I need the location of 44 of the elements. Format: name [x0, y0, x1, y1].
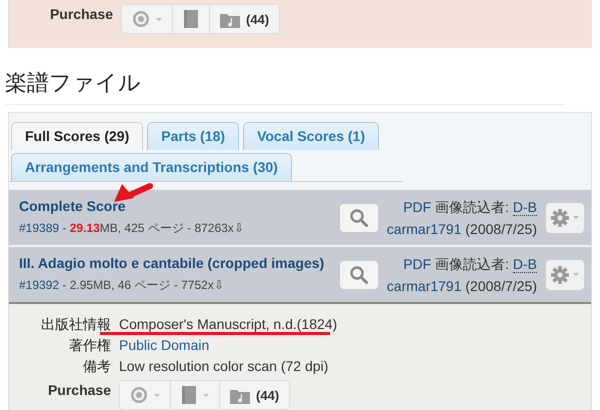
info-label: 出版社情報 — [40, 316, 111, 334]
info-value: Low resolution color scan (72 dpi) — [119, 358, 330, 374]
pdf-link[interactable]: PDF — [403, 198, 432, 214]
caret-icon — [573, 273, 579, 276]
tab[interactable]: Parts (18) — [147, 122, 240, 150]
file-title-link[interactable]: Complete Score — [19, 198, 331, 214]
settings-icon — [551, 266, 569, 284]
book-icon — [183, 10, 199, 28]
scanner-link[interactable]: D-B — [512, 256, 537, 272]
purchase-label: Purchase — [46, 382, 111, 398]
uploader-link[interactable]: carmar1791 — [386, 278, 462, 294]
purchase-label: Purchase — [48, 6, 113, 22]
book-icon — [181, 386, 197, 404]
upload-date: (2008/7/25) — [465, 278, 537, 294]
info-label: 備考 — [82, 358, 111, 376]
preview-button[interactable] — [340, 204, 378, 232]
section-heading: 楽譜ファイル — [5, 68, 565, 105]
uploader-link[interactable]: carmar1791 — [386, 220, 462, 236]
file-id-link[interactable]: #19392 — [19, 278, 60, 292]
search-icon — [350, 208, 368, 226]
scanner-link[interactable]: D-B — [512, 198, 537, 216]
file-meta-text: #19392 - 2.95MB, 46 ページ - 7752x⇩ — [19, 277, 225, 294]
preview-button[interactable] — [340, 260, 378, 288]
scanner-label: 画像読込者: — [435, 256, 509, 272]
file-title-link[interactable]: III. Adagio molto e cantabile (cropped images) — [19, 255, 331, 271]
settings-button[interactable] — [546, 202, 584, 232]
tab[interactable]: Arrangements and Transcriptions (30) — [11, 153, 292, 181]
disc-icon — [132, 10, 150, 28]
file-id-link[interactable]: #19389 — [19, 221, 60, 235]
scanner-label: 画像読込者: — [435, 198, 509, 214]
settings-button[interactable] — [546, 260, 584, 290]
tab[interactable]: Full Scores (29) — [11, 122, 144, 150]
upload-date: (2008/7/25) — [465, 220, 537, 236]
caret-icon — [573, 216, 579, 219]
pdf-link[interactable]: PDF — [403, 256, 432, 272]
info-link[interactable]: Public Domain — [119, 337, 581, 353]
info-label: 著作権 — [68, 337, 111, 355]
disc-icon — [130, 386, 148, 404]
file-meta-text: #19389 - 29.13MB, 425 ページ - 87263x⇩ — [19, 220, 245, 237]
arrow-annotation — [114, 183, 153, 202]
settings-icon — [551, 208, 569, 226]
search-icon — [350, 266, 368, 284]
info-value: Composer's Manuscript, n.d.(1824) — [119, 316, 338, 332]
tab[interactable]: Vocal Scores (1) — [243, 122, 379, 150]
